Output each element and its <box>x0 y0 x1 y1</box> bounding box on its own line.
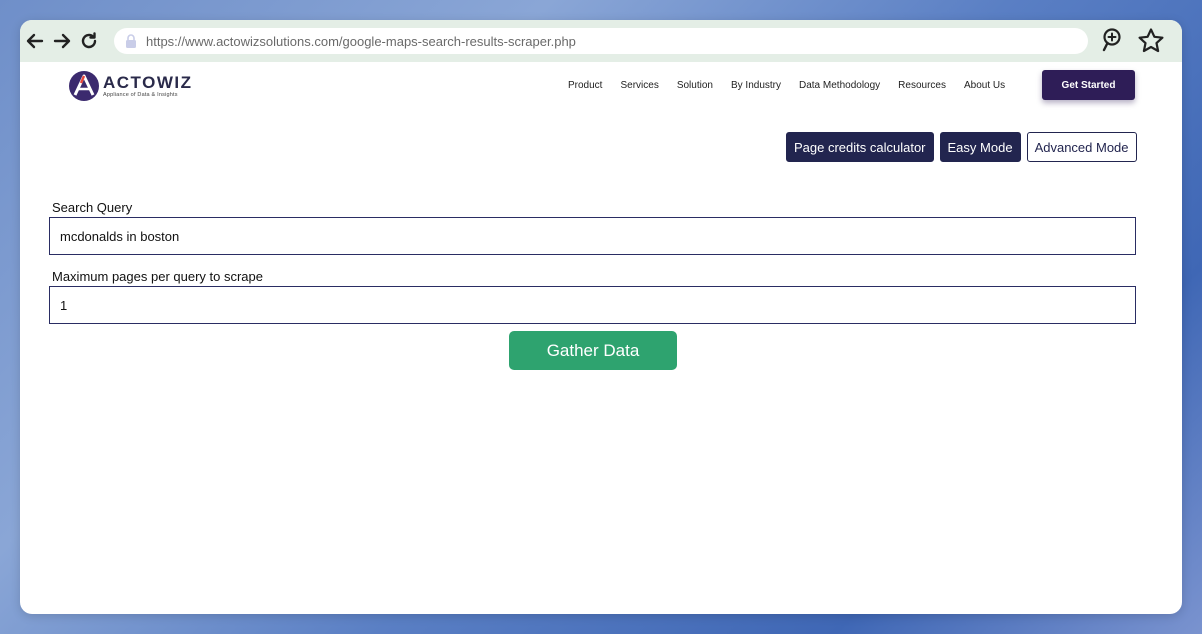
main-navigation: Product Services Solution By Industry Da… <box>568 62 1023 108</box>
search-query-label: Search Query <box>52 200 133 215</box>
mode-selector: Page credits calculator Easy Mode Advanc… <box>786 132 1143 162</box>
reload-icon[interactable] <box>78 30 100 52</box>
search-query-input[interactable] <box>49 217 1136 255</box>
nav-item-solution[interactable]: Solution <box>677 80 713 91</box>
browser-toolbar: https://www.actowizsolutions.com/google-… <box>20 20 1182 62</box>
zoom-in-icon[interactable] <box>1100 27 1126 53</box>
nav-item-resources[interactable]: Resources <box>898 80 946 91</box>
brand-name: ACTOWIZ <box>103 72 193 92</box>
nav-item-about-us[interactable]: About Us <box>964 80 1005 91</box>
url-text: https://www.actowizsolutions.com/google-… <box>146 33 576 49</box>
nav-item-services[interactable]: Services <box>620 80 658 91</box>
easy-mode-button[interactable]: Easy Mode <box>939 132 1021 162</box>
brand-logo[interactable]: ACTOWIZ Appliance of Data & Insights <box>68 70 193 102</box>
page-credits-calculator-button[interactable]: Page credits calculator <box>786 132 934 162</box>
max-pages-input[interactable] <box>49 286 1136 324</box>
nav-item-product[interactable]: Product <box>568 80 602 91</box>
back-arrow-icon[interactable] <box>24 30 46 52</box>
address-bar[interactable]: https://www.actowizsolutions.com/google-… <box>114 28 1088 54</box>
get-started-button[interactable]: Get Started <box>1042 70 1135 100</box>
lock-icon <box>124 33 138 49</box>
site-header: ACTOWIZ Appliance of Data & Insights Pro… <box>20 62 1182 112</box>
max-pages-label: Maximum pages per query to scrape <box>52 269 263 284</box>
star-icon[interactable] <box>1137 27 1165 55</box>
scraper-form: Search Query Maximum pages per query to … <box>49 198 1136 324</box>
advanced-mode-button[interactable]: Advanced Mode <box>1026 132 1137 162</box>
brand-tagline: Appliance of Data & Insights <box>103 91 178 98</box>
logo-mark-icon <box>69 71 99 101</box>
nav-item-data-methodology[interactable]: Data Methodology <box>799 80 880 91</box>
nav-item-by-industry[interactable]: By Industry <box>731 80 781 91</box>
forward-arrow-icon[interactable] <box>51 30 73 52</box>
gather-data-button[interactable]: Gather Data <box>509 331 677 370</box>
browser-window: https://www.actowizsolutions.com/google-… <box>20 20 1182 614</box>
